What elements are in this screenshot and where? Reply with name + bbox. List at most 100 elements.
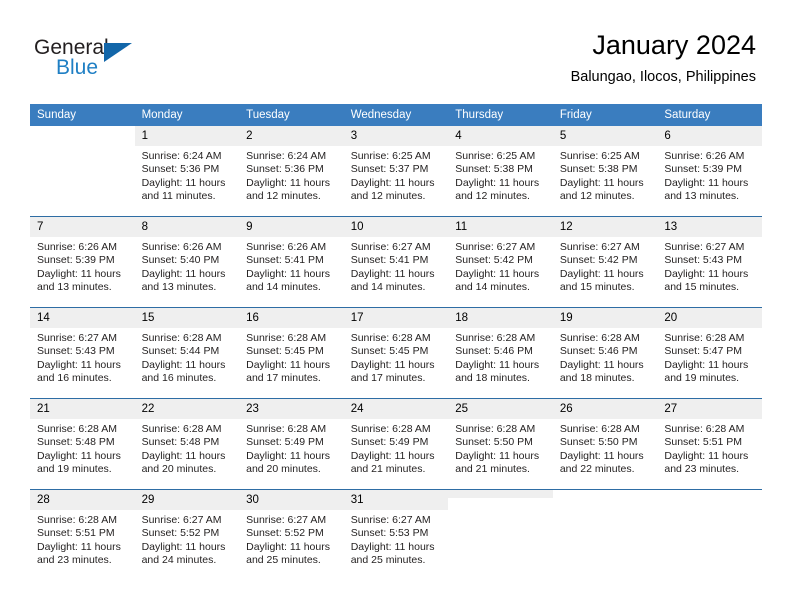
general-blue-logo[interactable]: General Blue [34, 36, 154, 84]
day-cell-inner: 3 Sunrise: 6:25 AM Sunset: 5:37 PM Dayli… [343, 126, 449, 216]
day-cell[interactable]: 12 Sunrise: 6:27 AM Sunset: 5:42 PM Dayl… [552, 216, 658, 308]
daylight-text-line2: and 11 minutes. [141, 190, 216, 203]
day-cell[interactable]: 28 Sunrise: 6:28 AM Sunset: 5:51 PM Dayl… [30, 489, 135, 580]
sunrise-text: Sunrise: 6:27 AM [350, 241, 431, 253]
daylight-text-line2: and 22 minutes. [559, 463, 635, 476]
sunrise-text: Sunrise: 6:28 AM [141, 332, 222, 344]
daylight-text-line2: and 17 minutes. [246, 372, 321, 385]
day-cell-inner: 18 Sunrise: 6:28 AM Sunset: 5:46 PM Dayl… [448, 308, 553, 398]
daylight-text-line1: Daylight: 11 hours [350, 358, 435, 371]
day-details: Sunrise: 6:28 AM Sunset: 5:44 PM Dayligh… [135, 328, 240, 386]
day-cell[interactable]: 10 Sunrise: 6:27 AM Sunset: 5:41 PM Dayl… [343, 216, 449, 308]
day-cell[interactable]: 6 Sunrise: 6:26 AM Sunset: 5:39 PM Dayli… [657, 126, 762, 217]
daylight-text-line1: Daylight: 11 hours [246, 267, 330, 280]
day-cell-inner: 10 Sunrise: 6:27 AM Sunset: 5:41 PM Dayl… [343, 217, 449, 307]
day-cell[interactable]: 3 Sunrise: 6:25 AM Sunset: 5:37 PM Dayli… [343, 126, 449, 217]
day-number: 14 [30, 308, 135, 328]
day-cell[interactable]: 16 Sunrise: 6:28 AM Sunset: 5:45 PM Dayl… [239, 307, 344, 399]
day-cell[interactable]: 15 Sunrise: 6:28 AM Sunset: 5:44 PM Dayl… [134, 307, 240, 399]
daylight-text-line1: Daylight: 11 hours [246, 176, 330, 189]
daylight-text-line2: and 12 minutes. [455, 190, 530, 203]
sunrise-text: Sunrise: 6:24 AM [246, 150, 327, 162]
day-cell[interactable]: 30 Sunrise: 6:27 AM Sunset: 5:52 PM Dayl… [239, 489, 344, 580]
daylight-text-line1: Daylight: 11 hours [37, 358, 121, 371]
day-cell[interactable]: 31 Sunrise: 6:27 AM Sunset: 5:53 PM Dayl… [343, 489, 449, 580]
sunset-text: Sunset: 5:51 PM [37, 527, 115, 540]
day-cell[interactable]: 2 Sunrise: 6:24 AM Sunset: 5:36 PM Dayli… [239, 126, 344, 217]
daylight-text-line2: and 18 minutes. [455, 372, 530, 385]
day-cell-inner: 13 Sunrise: 6:27 AM Sunset: 5:43 PM Dayl… [657, 217, 762, 307]
day-number: 11 [448, 217, 553, 237]
day-cell[interactable]: 25 Sunrise: 6:28 AM Sunset: 5:50 PM Dayl… [448, 398, 553, 490]
sunset-text: Sunset: 5:42 PM [559, 254, 638, 267]
day-cell[interactable]: 17 Sunrise: 6:28 AM Sunset: 5:45 PM Dayl… [343, 307, 449, 399]
day-cell-inner: 28 Sunrise: 6:28 AM Sunset: 5:51 PM Dayl… [30, 490, 135, 580]
day-cell[interactable]: 20 Sunrise: 6:28 AM Sunset: 5:47 PM Dayl… [657, 307, 762, 399]
day-cell-inner: 21 Sunrise: 6:28 AM Sunset: 5:48 PM Dayl… [30, 399, 135, 489]
day-number: 30 [239, 490, 344, 510]
day-number: 13 [657, 217, 762, 237]
day-cell[interactable] [30, 126, 135, 217]
day-cell-inner [657, 490, 762, 580]
day-cell[interactable]: 1 Sunrise: 6:24 AM Sunset: 5:36 PM Dayli… [134, 126, 240, 217]
daylight-text-line2: and 15 minutes. [559, 281, 635, 294]
sunset-text: Sunset: 5:36 PM [141, 163, 220, 176]
day-details: Sunrise: 6:28 AM Sunset: 5:50 PM Dayligh… [553, 419, 658, 477]
daylight-text-line2: and 15 minutes. [664, 281, 740, 294]
daylight-text-line2: and 19 minutes. [37, 463, 112, 476]
sunset-text: Sunset: 5:46 PM [455, 345, 533, 358]
sunrise-text: Sunrise: 6:28 AM [559, 423, 640, 435]
page-subtitle: Balungao, Ilocos, Philippines [570, 69, 756, 85]
weekday-header-saturday: Saturday [657, 104, 762, 126]
weekday-header-tuesday: Tuesday [239, 104, 344, 126]
sunset-text: Sunset: 5:52 PM [246, 527, 324, 540]
sunrise-text: Sunrise: 6:25 AM [350, 150, 431, 162]
sunset-text: Sunset: 5:41 PM [246, 254, 324, 267]
day-cell[interactable]: 19 Sunrise: 6:28 AM Sunset: 5:46 PM Dayl… [552, 307, 658, 399]
weekday-header-friday: Friday [552, 104, 658, 126]
sunset-text: Sunset: 5:45 PM [246, 345, 324, 358]
day-cell[interactable]: 22 Sunrise: 6:28 AM Sunset: 5:48 PM Dayl… [134, 398, 240, 490]
daylight-text-line2: and 12 minutes. [559, 190, 635, 203]
day-cell[interactable]: 29 Sunrise: 6:27 AM Sunset: 5:52 PM Dayl… [134, 489, 240, 580]
day-cell[interactable]: 24 Sunrise: 6:28 AM Sunset: 5:49 PM Dayl… [343, 398, 449, 490]
day-number: 5 [552, 126, 658, 146]
day-cell[interactable] [657, 489, 762, 580]
day-number: 3 [343, 126, 449, 146]
sunset-text: Sunset: 5:39 PM [664, 163, 743, 176]
day-cell[interactable]: 8 Sunrise: 6:26 AM Sunset: 5:40 PM Dayli… [134, 216, 240, 308]
sunrise-text: Sunrise: 6:28 AM [141, 423, 222, 435]
day-details: Sunrise: 6:28 AM Sunset: 5:49 PM Dayligh… [239, 419, 344, 477]
day-cell[interactable]: 14 Sunrise: 6:27 AM Sunset: 5:43 PM Dayl… [30, 307, 135, 399]
day-cell[interactable]: 13 Sunrise: 6:27 AM Sunset: 5:43 PM Dayl… [657, 216, 762, 308]
day-details: Sunrise: 6:25 AM Sunset: 5:38 PM Dayligh… [448, 146, 553, 204]
day-cell[interactable] [552, 489, 658, 580]
day-cell[interactable]: 11 Sunrise: 6:27 AM Sunset: 5:42 PM Dayl… [448, 216, 553, 308]
weekday-header-wednesday: Wednesday [343, 104, 449, 126]
day-cell[interactable]: 26 Sunrise: 6:28 AM Sunset: 5:50 PM Dayl… [552, 398, 658, 490]
day-cell[interactable]: 9 Sunrise: 6:26 AM Sunset: 5:41 PM Dayli… [239, 216, 344, 308]
sunrise-text: Sunrise: 6:28 AM [350, 423, 431, 435]
daylight-text-line1: Daylight: 11 hours [664, 267, 749, 280]
sunrise-text: Sunrise: 6:26 AM [246, 241, 327, 253]
logo-text-blue: Blue [56, 56, 99, 79]
day-cell[interactable]: 7 Sunrise: 6:26 AM Sunset: 5:39 PM Dayli… [30, 216, 135, 308]
day-cell-inner: 12 Sunrise: 6:27 AM Sunset: 5:42 PM Dayl… [552, 217, 658, 307]
day-number: 22 [134, 399, 240, 419]
day-cell[interactable]: 23 Sunrise: 6:28 AM Sunset: 5:49 PM Dayl… [239, 398, 344, 490]
day-cell[interactable]: 18 Sunrise: 6:28 AM Sunset: 5:46 PM Dayl… [448, 307, 553, 399]
day-cell[interactable] [448, 489, 553, 580]
day-cell[interactable]: 27 Sunrise: 6:28 AM Sunset: 5:51 PM Dayl… [657, 398, 762, 490]
day-cell[interactable]: 5 Sunrise: 6:25 AM Sunset: 5:38 PM Dayli… [552, 126, 658, 217]
day-number: 17 [343, 308, 449, 328]
day-details: Sunrise: 6:27 AM Sunset: 5:52 PM Dayligh… [135, 510, 240, 568]
day-cell[interactable]: 4 Sunrise: 6:25 AM Sunset: 5:38 PM Dayli… [448, 126, 553, 217]
sunset-text: Sunset: 5:53 PM [350, 527, 429, 540]
daylight-text-line1: Daylight: 11 hours [141, 540, 226, 553]
day-details: Sunrise: 6:28 AM Sunset: 5:48 PM Dayligh… [30, 419, 135, 477]
day-details: Sunrise: 6:27 AM Sunset: 5:41 PM Dayligh… [344, 237, 449, 295]
sunset-text: Sunset: 5:38 PM [455, 163, 533, 176]
day-details: Sunrise: 6:28 AM Sunset: 5:48 PM Dayligh… [135, 419, 240, 477]
day-details: Sunrise: 6:26 AM Sunset: 5:40 PM Dayligh… [135, 237, 240, 295]
day-cell[interactable]: 21 Sunrise: 6:28 AM Sunset: 5:48 PM Dayl… [30, 398, 135, 490]
